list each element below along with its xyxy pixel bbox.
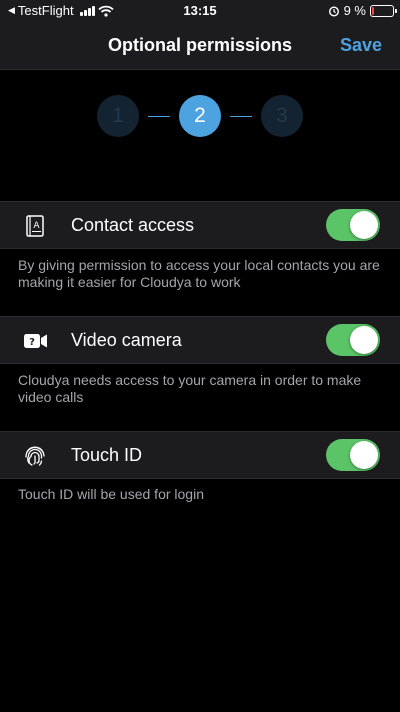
contacts-book-icon: A bbox=[26, 215, 44, 237]
touch-id-description: Touch ID will be used for login bbox=[18, 486, 204, 502]
save-button[interactable]: Save bbox=[340, 35, 382, 56]
alarm-icon bbox=[328, 5, 339, 17]
step-connector-1 bbox=[148, 116, 170, 117]
battery-percent: 9 % bbox=[343, 3, 366, 18]
step-1-indicator: 1 bbox=[97, 95, 139, 137]
video-camera-toggle[interactable] bbox=[326, 324, 380, 356]
contact-access-description: By giving permission to access your loca… bbox=[18, 257, 380, 290]
contact-access-row: A Contact access bbox=[0, 201, 400, 249]
toggle-knob bbox=[350, 326, 378, 354]
svg-text:A: A bbox=[33, 221, 40, 231]
contact-access-label: Contact access bbox=[71, 215, 195, 235]
touch-id-toggle[interactable] bbox=[326, 439, 380, 471]
svg-text:?: ? bbox=[29, 337, 35, 348]
navigation-bar: Optional permissions Save bbox=[0, 22, 400, 70]
contact-access-toggle[interactable] bbox=[326, 209, 380, 241]
toggle-knob bbox=[350, 441, 378, 469]
progress-stepper: 1 2 3 bbox=[0, 95, 400, 139]
battery-level-fill bbox=[372, 6, 374, 15]
step-connector-2 bbox=[230, 116, 252, 117]
status-right: 9 % bbox=[328, 3, 397, 18]
battery-icon bbox=[370, 4, 397, 17]
toggle-knob bbox=[350, 211, 378, 239]
video-camera-label: Video camera bbox=[71, 330, 182, 350]
touch-id-label: Touch ID bbox=[71, 445, 143, 465]
touch-id-row: Touch ID bbox=[0, 431, 400, 479]
step-3-indicator: 3 bbox=[261, 95, 303, 137]
video-camera-description: Cloudya needs access to your camera in o… bbox=[18, 372, 362, 405]
video-camera-icon: ? bbox=[24, 334, 47, 348]
fingerprint-icon bbox=[25, 446, 45, 466]
video-camera-row: ? Video camera bbox=[0, 316, 400, 364]
status-bar: ◀ TestFlight 13:15 9 % bbox=[0, 0, 400, 22]
step-2-indicator: 2 bbox=[179, 95, 221, 137]
